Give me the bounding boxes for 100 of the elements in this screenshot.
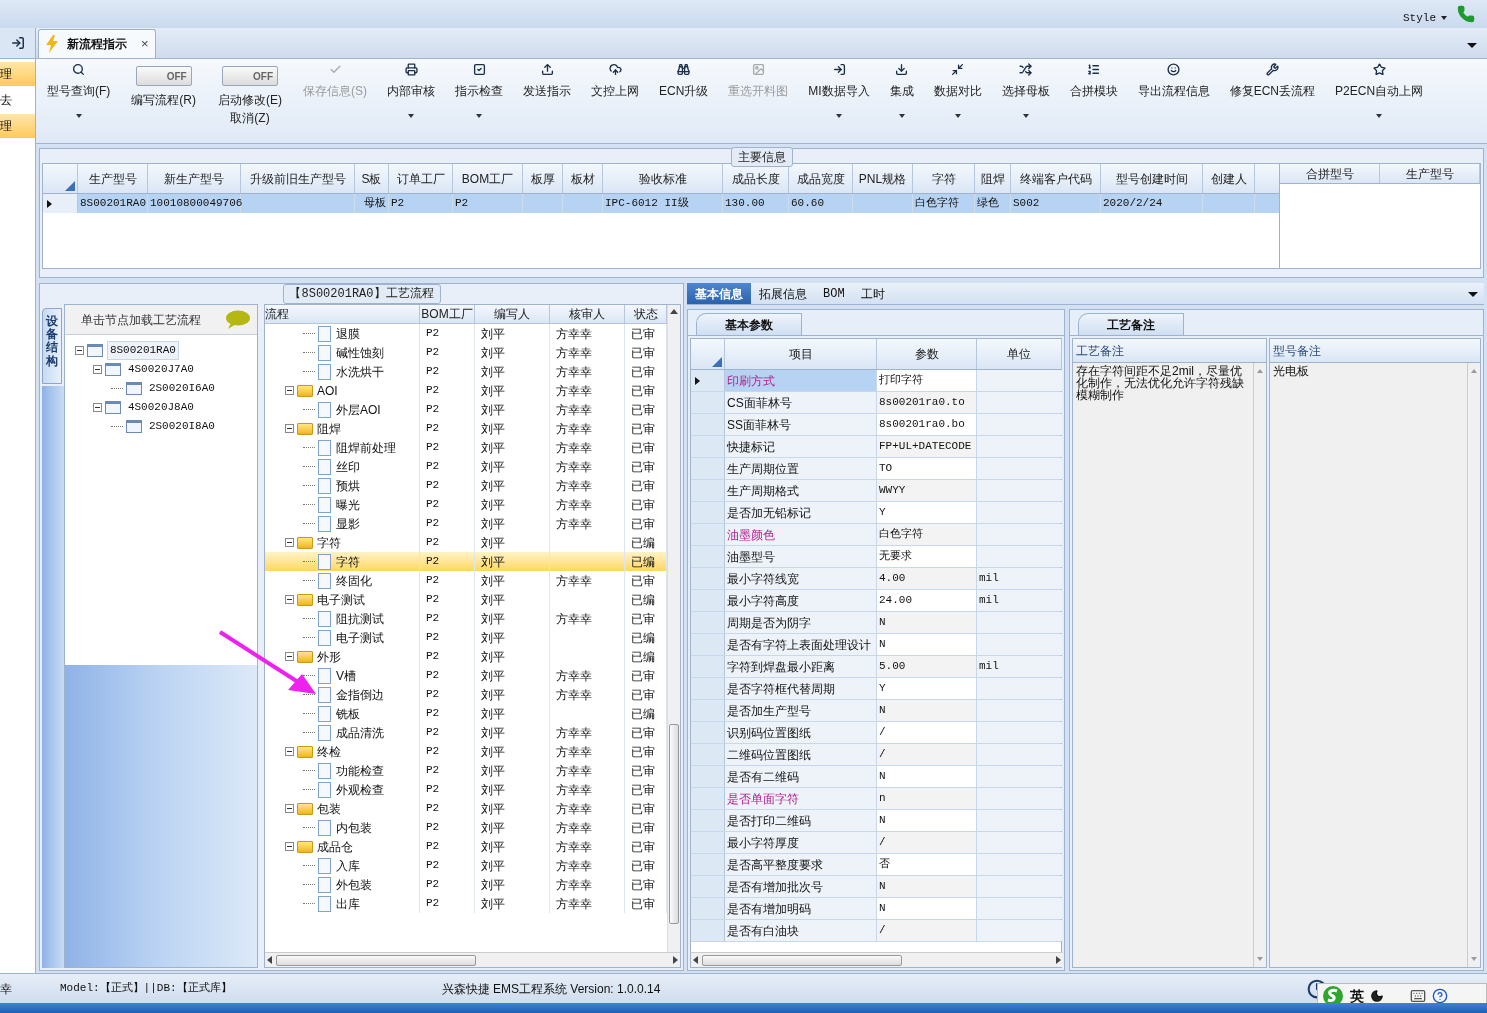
process-row[interactable]: AOI P2 刘平 方幸幸 已审: [265, 381, 667, 400]
process-row[interactable]: 电子测试 P2 刘平 已编: [265, 628, 667, 647]
collapse-toggle-icon[interactable]: [92, 365, 102, 374]
process-row[interactable]: 字符 P2 刘平 已编: [265, 552, 667, 571]
toolbar-button[interactable]: 修复ECN丢流程: [1224, 63, 1321, 100]
keyboard-icon[interactable]: [1410, 988, 1426, 1004]
side-menu-item[interactable]: 理: [0, 114, 35, 138]
toolbar-button[interactable]: 集成: [884, 63, 919, 100]
process-row[interactable]: 终检 P2 刘平 方幸幸 已审: [265, 742, 667, 761]
process-row[interactable]: 阻焊 P2 刘平 方幸幸 已审: [265, 419, 667, 438]
param-row[interactable]: SS面菲林号 8s00201ra0.bo: [691, 414, 1061, 436]
process-row[interactable]: 外包装 P2 刘平 方幸幸 已审: [265, 875, 667, 894]
toolbar-button[interactable]: 选择母板: [996, 63, 1055, 100]
toggle-switch[interactable]: OFF: [222, 66, 278, 86]
tree-node[interactable]: 2S0020I6A0: [145, 379, 218, 398]
param-row[interactable]: 是否高平整度要求 否: [691, 854, 1061, 876]
param-row[interactable]: 印刷方式 打印字符: [691, 370, 1061, 392]
process-row[interactable]: 包装 P2 刘平 方幸幸 已审: [265, 799, 667, 818]
tree-node[interactable]: 8S00201RA0: [106, 341, 179, 360]
process-row[interactable]: 退膜 P2 刘平 方幸幸 已审: [265, 324, 667, 343]
toolbar-button[interactable]: 型号查询(F): [42, 63, 116, 100]
param-row[interactable]: 是否单面字符 n: [691, 788, 1061, 810]
collapse-toggle-icon[interactable]: [285, 842, 294, 851]
param-row[interactable]: 最小字符高度 24.00 mil: [691, 590, 1061, 612]
param-row[interactable]: 是否有字符上表面处理设计 N: [691, 634, 1061, 656]
tree-node[interactable]: 4S0020J8A0: [124, 398, 197, 417]
param-row[interactable]: CS面菲林号 8s00201ra0.to: [691, 392, 1061, 414]
param-row[interactable]: 是否有增加批次号 N: [691, 876, 1061, 898]
process-row[interactable]: 内包装 P2 刘平 方幸幸 已审: [265, 818, 667, 837]
collapse-toggle-icon[interactable]: [285, 538, 294, 547]
dropdown-caret-icon[interactable]: [1022, 114, 1029, 118]
process-row[interactable]: 预烘 P2 刘平 方幸幸 已审: [265, 476, 667, 495]
table-row[interactable]: 8S00201RA0 10010800049706 母板 P2 P2 IPC-6012 II级 130.00 60.60 白色字符 绿色 S002 2020/2/24: [43, 194, 1279, 213]
collapse-toggle-icon[interactable]: [285, 804, 294, 813]
process-row[interactable]: 阻抗测试 P2 刘平 方幸幸 已审: [265, 609, 667, 628]
sub-tab[interactable]: 工艺备注: [1078, 313, 1184, 335]
toolbar-button[interactable]: 指示检查: [450, 63, 508, 100]
param-row[interactable]: 生产周期位置 TO: [691, 458, 1061, 480]
param-row[interactable]: 是否加无铅标记 Y: [691, 502, 1061, 524]
toolbar-button[interactable]: 内部审核: [382, 63, 440, 100]
document-tab[interactable]: 新流程指示 ×: [38, 29, 156, 58]
dropdown-caret-icon[interactable]: [898, 114, 905, 118]
tree-node[interactable]: 4S0020J7A0: [124, 360, 197, 379]
toolbar-button[interactable]: 合拼模块: [1064, 63, 1123, 100]
collapse-toggle-icon[interactable]: [92, 403, 102, 412]
process-row[interactable]: 外观检查 P2 刘平 方幸幸 已审: [265, 780, 667, 799]
param-row[interactable]: 是否加生产型号 N: [691, 700, 1061, 722]
param-row[interactable]: 生产周期格式 WWYY: [691, 480, 1061, 502]
detail-tab[interactable]: 基本信息: [687, 283, 751, 304]
param-row[interactable]: 字符到焊盘最小距离 5.00 mil: [691, 656, 1061, 678]
toolbar-button[interactable]: 文控上网: [586, 63, 644, 100]
tab-menu-caret-icon[interactable]: [1468, 292, 1478, 297]
dropdown-caret-icon[interactable]: [954, 114, 961, 118]
toolbar-button[interactable]: P2ECN自动上网: [1330, 63, 1429, 100]
process-row[interactable]: 显影 P2 刘平 方幸幸 已审: [265, 514, 667, 533]
toolbar-button[interactable]: 发送指示: [518, 63, 576, 100]
process-row[interactable]: 阻焊前处理 P2 刘平 方幸幸 已审: [265, 438, 667, 457]
param-row[interactable]: 周期是否为阴字 N: [691, 612, 1061, 634]
close-icon[interactable]: ×: [141, 34, 149, 54]
param-row[interactable]: 油墨型号 无要求: [691, 546, 1061, 568]
process-row[interactable]: 终固化 P2 刘平 方幸幸 已审: [265, 571, 667, 590]
collapse-toggle-icon[interactable]: [285, 652, 294, 661]
process-row[interactable]: 成品仓 P2 刘平 方幸幸 已审: [265, 837, 667, 856]
param-row[interactable]: 二维码位置图纸 /: [691, 744, 1061, 766]
dropdown-caret-icon[interactable]: [408, 114, 414, 118]
tab-menu-caret-icon[interactable]: [1467, 43, 1477, 48]
detail-tab[interactable]: 拓展信息: [751, 283, 815, 304]
vertical-scrollbar[interactable]: [667, 305, 680, 952]
process-row[interactable]: 电子测试 P2 刘平 已编: [265, 590, 667, 609]
param-row[interactable]: 最小字符厚度 /: [691, 832, 1061, 854]
process-row[interactable]: 功能检查 P2 刘平 方幸幸 已审: [265, 761, 667, 780]
toolbar-button[interactable]: 导出流程信息: [1132, 63, 1215, 100]
toggle-switch[interactable]: OFF: [135, 66, 192, 86]
detail-tab[interactable]: 工时: [852, 283, 893, 304]
toolbar-button[interactable]: 数据对比: [928, 63, 987, 100]
moon-icon[interactable]: [1370, 989, 1384, 1003]
process-row[interactable]: 曝光 P2 刘平 方幸幸 已审: [265, 495, 667, 514]
param-row[interactable]: 是否有二维码 N: [691, 766, 1061, 788]
dropdown-caret-icon[interactable]: [1376, 114, 1383, 118]
process-row[interactable]: 外层AOI P2 刘平 方幸幸 已审: [265, 400, 667, 419]
detail-tab[interactable]: BOM: [815, 283, 853, 304]
param-row[interactable]: 识别码位置图纸 /: [691, 722, 1061, 744]
process-row[interactable]: 碱性蚀刻 P2 刘平 方幸幸 已审: [265, 343, 667, 362]
tree-node[interactable]: 2S0020I8A0: [145, 417, 218, 436]
style-menu[interactable]: Style: [1403, 9, 1447, 27]
dropdown-caret-icon[interactable]: [836, 114, 842, 118]
sub-tab[interactable]: 基本参数: [696, 313, 802, 335]
dropdown-caret-icon[interactable]: [476, 114, 482, 118]
process-row[interactable]: 入库 P2 刘平 方幸幸 已审: [265, 856, 667, 875]
dropdown-caret-icon[interactable]: [75, 114, 82, 118]
collapse-toggle-icon[interactable]: [285, 747, 294, 756]
process-row[interactable]: 水洗烘干 P2 刘平 方幸幸 已审: [265, 362, 667, 381]
horizontal-scrollbar[interactable]: [691, 952, 1063, 967]
process-row[interactable]: 成品清洗 P2 刘平 方幸幸 已审: [265, 723, 667, 742]
param-row[interactable]: 油墨颜色 白色字符: [691, 524, 1061, 546]
param-row[interactable]: 快捷标记 FP+UL+DATECODE: [691, 436, 1061, 458]
process-row[interactable]: 铣板 P2 刘平 已编: [265, 704, 667, 723]
side-tab[interactable]: 设备结构: [42, 308, 62, 384]
param-row[interactable]: 最小字符线宽 4.00 mil: [691, 568, 1061, 590]
process-row[interactable]: 出库 P2 刘平 方幸幸 已审: [265, 894, 667, 913]
